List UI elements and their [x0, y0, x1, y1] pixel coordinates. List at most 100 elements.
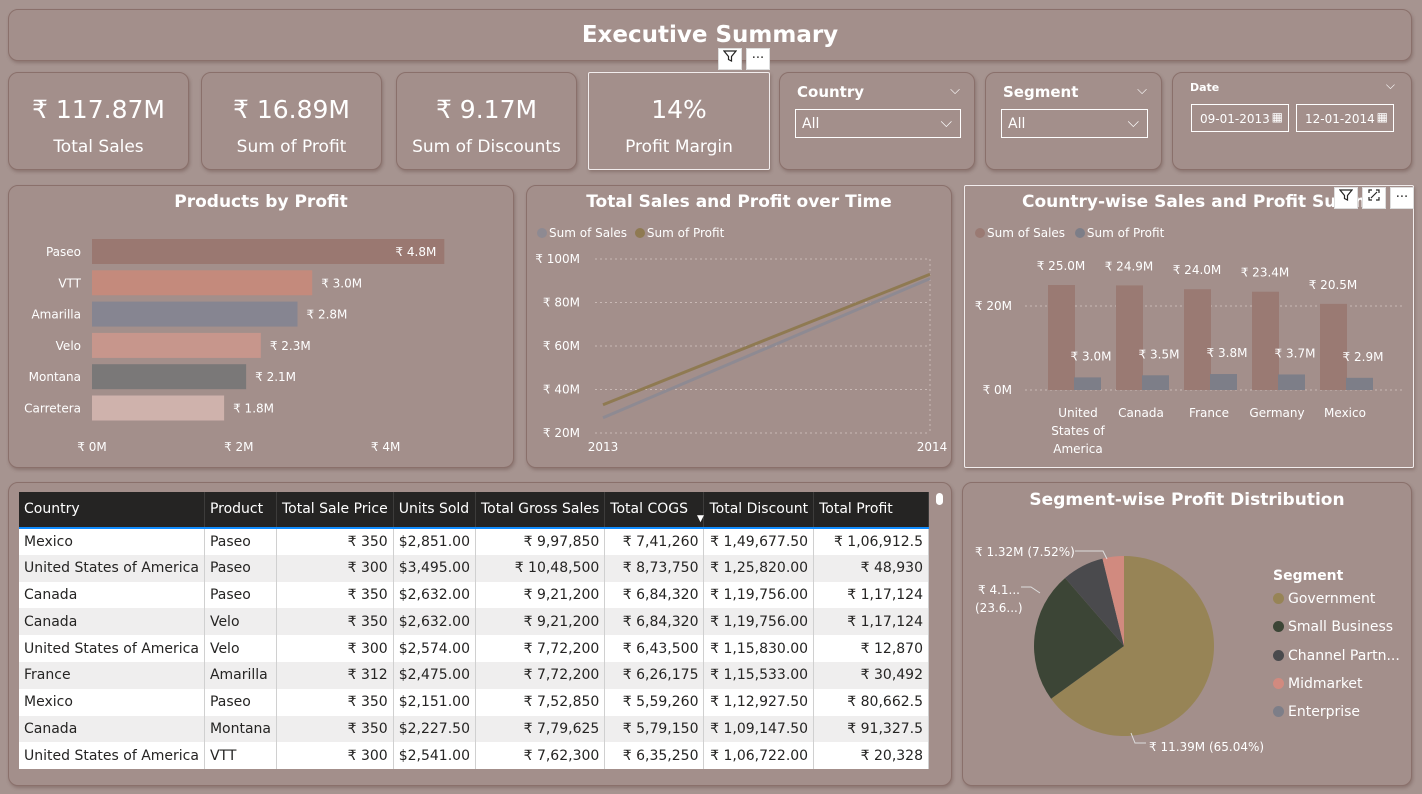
- bar[interactable]: [92, 332, 261, 358]
- profit-bar[interactable]: [1074, 377, 1101, 390]
- sales-bar[interactable]: [1320, 303, 1347, 390]
- legend-item[interactable]: Small Business: [1273, 619, 1400, 647]
- column-header-total-sale-price[interactable]: Total Sale Price: [276, 492, 394, 528]
- filter-icon[interactable]: [1334, 187, 1358, 209]
- category-label: Velo: [56, 339, 81, 353]
- bar[interactable]: [92, 301, 298, 327]
- legend-item[interactable]: Enterprise: [1273, 704, 1400, 732]
- column-header-product[interactable]: Product: [204, 492, 278, 528]
- pie-legend: Government Small Business Channel Partn...…: [1273, 591, 1400, 732]
- start-date-input[interactable]: 09-01-2013 ▦: [1191, 104, 1289, 132]
- table-row[interactable]: Canada Montana ₹ 350 $2,227.50 ₹ 7,79,625 ₹ 5…: [19, 715, 929, 743]
- country-sales-profit-visual[interactable]: Country-wise Sales and Profit Summary Su…: [964, 185, 1414, 468]
- legend-item[interactable]: Channel Partn...: [1273, 648, 1400, 676]
- chevron-down-icon[interactable]: ⌵: [950, 83, 960, 98]
- table-cell: United States of America: [19, 635, 205, 662]
- table-row[interactable]: France Amarilla ₹ 312 $2,475.00 ₹ 7,72,200 ₹ …: [19, 661, 929, 689]
- kpi-total-sales[interactable]: ₹ 117.87M Total Sales: [8, 72, 189, 170]
- table-row[interactable]: Canada Paseo ₹ 350 $2,632.00 ₹ 9,21,200 ₹ 6,8…: [19, 581, 929, 609]
- column-header-units-sold[interactable]: Units Sold: [393, 492, 476, 528]
- bar[interactable]: [92, 239, 445, 264]
- table-cell: ₹ 6,26,175: [604, 661, 705, 689]
- profit-bar[interactable]: [1210, 374, 1237, 390]
- sales-bar[interactable]: [1184, 289, 1211, 390]
- profit-bar[interactable]: [1346, 377, 1373, 390]
- table-row[interactable]: Canada Velo ₹ 350 $2,632.00 ₹ 9,21,200 ₹ 6,84…: [19, 608, 929, 636]
- filter-icon[interactable]: [718, 48, 742, 70]
- segment-profit-visual[interactable]: Segment-wise Profit Distribution ₹ 11.39…: [962, 482, 1412, 786]
- products-by-profit-visual[interactable]: Products by Profit Paseo ₹ 4.8M VTT ₹ 3.0M A…: [8, 185, 514, 468]
- bar[interactable]: [92, 395, 225, 421]
- x-tick-label: ₹ 0M: [77, 440, 106, 454]
- kpi-sum-of-discounts[interactable]: ₹ 9.17M Sum of Discounts: [396, 72, 577, 170]
- sort-descending-icon[interactable]: ▼: [697, 514, 704, 524]
- legend-dot: [1273, 706, 1284, 718]
- vertical-scrollbar[interactable]: [934, 491, 944, 783]
- category-label: Germany: [1249, 406, 1304, 420]
- sales-profit-over-time-visual[interactable]: Total Sales and Profit over Time Sum of …: [526, 185, 952, 468]
- data-label: ₹ 3.0M: [1071, 349, 1112, 363]
- country-dropdown[interactable]: All ⌵: [795, 109, 961, 138]
- legend-dot: [1273, 621, 1284, 633]
- table-cell: ₹ 48,930: [813, 554, 929, 582]
- kpi-profit-margin[interactable]: 14% Profit Margin: [588, 72, 770, 170]
- more-options-icon[interactable]: ···: [746, 48, 770, 70]
- table-cell: ₹ 6,84,320: [604, 608, 705, 636]
- scrollbar-thumb[interactable]: [936, 493, 943, 505]
- table-cell: ₹ 9,97,850: [475, 528, 606, 555]
- sales-bar[interactable]: [1252, 291, 1279, 390]
- table-row[interactable]: Mexico Paseo ₹ 350 $2,851.00 ₹ 9,97,850 ₹ 7,4…: [19, 528, 929, 555]
- table-cell: $2,151.00: [393, 688, 476, 716]
- sales-bar[interactable]: [1048, 285, 1075, 390]
- table-cell: ₹ 1,17,124: [813, 581, 929, 609]
- calendar-icon[interactable]: ▦: [1377, 110, 1388, 124]
- series-line[interactable]: [602, 277, 931, 420]
- column-header-total-gross-sales[interactable]: Total Gross Sales: [475, 492, 606, 528]
- table-cell: ₹ 9,21,200: [475, 581, 606, 609]
- kpi-label: Total Sales: [53, 137, 144, 157]
- table-cell: ₹ 7,62,300: [475, 742, 606, 770]
- x-tick-label: ₹ 4M: [371, 440, 400, 454]
- sales-bar[interactable]: [1116, 285, 1143, 390]
- data-label: ₹ 4.1...: [978, 583, 1020, 597]
- segment-slicer: Segment ⌵ All ⌵: [985, 72, 1162, 170]
- leader-line: [1021, 586, 1041, 594]
- bar[interactable]: [92, 270, 313, 296]
- chevron-down-icon[interactable]: ⌵: [1137, 83, 1147, 98]
- table-row[interactable]: United States of America Paseo ₹ 300 $3,495…: [19, 554, 929, 582]
- series-line[interactable]: [602, 272, 931, 407]
- details-table-visual[interactable]: Country Product Total Sale Price Units S…: [8, 482, 952, 786]
- column-header-total-cogs[interactable]: Total COGS: [604, 492, 705, 528]
- table-row[interactable]: United States of America Velo ₹ 300 $2,574.…: [19, 635, 929, 662]
- column-header-total-discount[interactable]: Total Discount: [703, 492, 815, 528]
- bar[interactable]: [92, 364, 247, 390]
- more-options-icon[interactable]: ···: [1390, 187, 1414, 209]
- table-cell: ₹ 1,49,677.50: [703, 528, 815, 555]
- chevron-down-icon[interactable]: ⌵: [1386, 78, 1395, 93]
- column-header-total-profit[interactable]: Total Profit: [813, 492, 929, 528]
- profit-bar[interactable]: [1278, 374, 1305, 390]
- calendar-icon[interactable]: ▦: [1272, 110, 1283, 124]
- table-cell: ₹ 1,06,722.00: [703, 742, 815, 770]
- kpi-value: 14%: [651, 95, 707, 124]
- column-header-country[interactable]: Country: [19, 492, 205, 528]
- data-label: ₹ 24.9M: [1105, 259, 1154, 273]
- table-row[interactable]: United States of America VTT ₹ 300 $2,541.0…: [19, 742, 929, 770]
- table-cell: ₹ 350: [276, 688, 394, 716]
- end-date-input[interactable]: 12-01-2014 ▦: [1296, 104, 1394, 132]
- profit-bar[interactable]: [1142, 375, 1169, 390]
- y-tick-label: ₹ 0M: [983, 383, 1012, 397]
- kpi-label: Sum of Profit: [236, 137, 347, 157]
- legend-dot: [1273, 677, 1284, 689]
- x-tick-label: ₹ 2M: [224, 440, 253, 454]
- legend-item[interactable]: Government: [1273, 591, 1400, 619]
- table-cell: Paseo: [204, 528, 278, 555]
- segment-dropdown[interactable]: All ⌵: [1001, 109, 1148, 138]
- legend-item[interactable]: Midmarket: [1273, 676, 1400, 704]
- table-cell: $2,541.00: [393, 742, 476, 770]
- table-cell: Canada: [19, 715, 205, 743]
- focus-mode-icon[interactable]: [1362, 187, 1386, 209]
- table-row[interactable]: Mexico Paseo ₹ 350 $2,151.00 ₹ 7,52,850 ₹ 5,5…: [19, 688, 929, 716]
- kpi-sum-of-profit[interactable]: ₹ 16.89M Sum of Profit: [201, 72, 382, 170]
- table-cell: $2,632.00: [393, 581, 476, 609]
